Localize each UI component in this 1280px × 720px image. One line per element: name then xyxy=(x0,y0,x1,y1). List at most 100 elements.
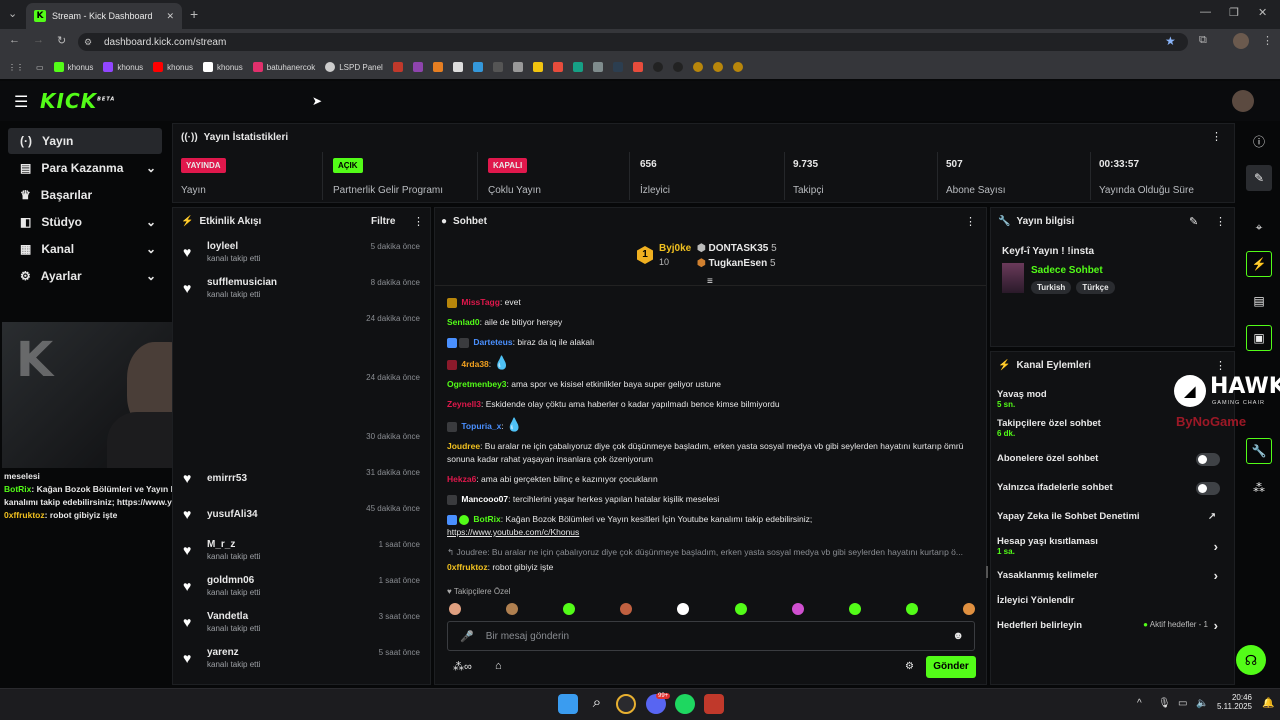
activity-more-icon[interactable]: ⋮ xyxy=(413,215,424,228)
tray-chevron-icon[interactable]: ^ xyxy=(1137,698,1142,709)
wrench-icon[interactable]: 🔧 xyxy=(1246,438,1272,464)
forward-icon[interactable]: → xyxy=(33,34,44,46)
store-icon[interactable]: ⌂ xyxy=(495,660,502,672)
pencil-icon[interactable]: ✎ xyxy=(1246,165,1272,191)
stream-info-more-icon[interactable]: ⋮ xyxy=(1215,215,1226,228)
chat-user[interactable]: Hekza6 xyxy=(447,474,476,484)
clock[interactable]: 20:46 5.11.2025 xyxy=(1214,693,1252,711)
notifications-icon[interactable]: 🔔 xyxy=(1262,698,1274,709)
chat-user[interactable]: Ogretmenbey3 xyxy=(447,379,507,389)
document-icon[interactable]: ▤ xyxy=(1246,288,1272,314)
bookmark-item[interactable]: khonus xyxy=(53,62,93,72)
bookmark-folder-icon[interactable]: ▭ xyxy=(36,63,44,72)
back-icon[interactable]: ← xyxy=(9,34,20,46)
bookmark-item[interactable]: batuhanercok xyxy=(252,62,315,72)
emotes-only-row[interactable]: Yalnızca ifadelerle sohbet xyxy=(990,482,1230,495)
emotes-only-toggle[interactable] xyxy=(1196,482,1220,495)
reload-icon[interactable]: ↻ xyxy=(57,34,66,47)
chat-link-text[interactable]: https://www.youtube.com/c/Khonus xyxy=(447,527,579,537)
category-link[interactable]: Sadece Sohbet xyxy=(1031,265,1103,276)
bookmark-favicon-icon[interactable] xyxy=(572,62,583,72)
microphone-icon[interactable]: 🎤 xyxy=(460,630,474,643)
sidebar-item-studyo[interactable]: ◧ Stüdyo ⌄ xyxy=(8,209,162,235)
chat-user[interactable]: Topuria_x xyxy=(461,421,501,431)
list-item[interactable]: ♥ Vandetla kanalı takip etti 3 saat önce xyxy=(173,604,430,640)
subscribers-only-row[interactable]: Abonelere özel sohbet xyxy=(990,453,1230,466)
chat-user[interactable]: BotRix xyxy=(473,514,500,524)
browser-tab[interactable]: K Stream - Kick Dashboard ✕ xyxy=(26,3,182,29)
bookmark-favicon-icon[interactable] xyxy=(432,62,443,72)
emote-icon[interactable] xyxy=(734,603,747,615)
quick-actions-icon[interactable]: ⚡ xyxy=(1246,251,1272,277)
stats-more-icon[interactable]: ⋮ xyxy=(1211,130,1222,143)
list-item[interactable]: 30 dakika önce xyxy=(173,424,430,460)
site-info-icon[interactable]: ⚙ xyxy=(84,37,92,48)
sidebar-item-yayin[interactable]: (·) Yayın xyxy=(8,128,162,154)
bookmark-favicon-icon[interactable] xyxy=(712,62,723,72)
chat-user[interactable]: 0xffruktoz xyxy=(447,562,488,572)
chat-icon[interactable]: ▣ xyxy=(1246,325,1272,351)
chat-user[interactable]: Senlad0 xyxy=(447,317,480,327)
bookmark-favicon-icon[interactable] xyxy=(532,62,543,72)
user-avatar[interactable] xyxy=(1232,90,1254,112)
chat-user[interactable]: MissTagg xyxy=(461,297,500,307)
bookmark-favicon-icon[interactable] xyxy=(592,62,603,72)
tag-chip[interactable]: Turkish xyxy=(1031,281,1072,294)
banned-words-row[interactable]: Yasaklanmış kelimeler › xyxy=(990,568,1230,583)
chat-more-icon[interactable]: ⋮ xyxy=(965,215,976,228)
chat-settings-icon[interactable]: ⚙ xyxy=(905,661,914,672)
goals-row[interactable]: Hedefleri belirleyin ● Aktif hedefler - 1… xyxy=(990,618,1230,633)
ai-moderation-row[interactable]: Yapay Zeka ile Sohbet Denetimi ↗ xyxy=(990,511,1230,522)
list-item[interactable]: ♥ loyleel kanalı takip etti 5 dakika önce xyxy=(173,234,430,270)
list-item[interactable]: ♥ emirrr53 31 dakika önce xyxy=(173,460,430,496)
category-thumbnail[interactable] xyxy=(1002,263,1024,293)
profile-avatar[interactable] xyxy=(1233,33,1249,49)
chat-user[interactable]: 4rda38 xyxy=(461,359,488,369)
microphone-tray-icon[interactable]: 🎙 xyxy=(1158,698,1171,709)
emote-icon[interactable] xyxy=(563,603,576,615)
list-item[interactable]: 24 dakika önce xyxy=(173,365,430,424)
bookmark-favicon-icon[interactable] xyxy=(492,62,503,72)
emote-icon[interactable] xyxy=(449,603,461,615)
tag-chip[interactable]: Türkçe xyxy=(1076,281,1115,294)
list-item[interactable]: ♥ goldmn06 kanalı takip etti 1 saat önce xyxy=(173,568,430,604)
chat-user[interactable]: Zeynell3 xyxy=(447,399,481,409)
bookmark-favicon-icon[interactable] xyxy=(452,62,463,72)
subscribers-only-toggle[interactable] xyxy=(1196,453,1220,466)
account-age-row[interactable]: Hesap yaşı kısıtlaması 1 sa. › xyxy=(990,536,1230,556)
sidebar-item-basarilar[interactable]: ♛ Başarılar xyxy=(8,182,162,208)
support-headset-icon[interactable]: ☊ xyxy=(1236,645,1266,675)
sidebar-item-para-kazanma[interactable]: ▤ Para Kazanma ⌄ xyxy=(8,155,162,181)
app-icon[interactable] xyxy=(704,694,724,714)
hamburger-menu-icon[interactable]: ☰ xyxy=(14,92,28,112)
emote-icon[interactable] xyxy=(962,603,975,615)
emoji-picker-icon[interactable]: ☻ xyxy=(952,630,974,642)
info-icon[interactable]: ⓘ xyxy=(1246,128,1272,154)
bookmark-favicon-icon[interactable] xyxy=(472,62,483,72)
url-field[interactable]: dashboard.kick.com/stream xyxy=(78,33,1188,51)
tab-close-icon[interactable]: ✕ xyxy=(166,11,174,22)
emote-icon[interactable] xyxy=(791,603,804,615)
chat-input[interactable]: 🎤 Bir mesaj gönderin ☻ xyxy=(447,621,975,651)
emote-icon[interactable] xyxy=(905,603,918,615)
chat-user[interactable]: Mancooo07 xyxy=(461,494,508,504)
bookmark-item[interactable]: khonus xyxy=(153,62,193,72)
bookmark-favicon-icon[interactable] xyxy=(412,62,423,72)
bookmark-favicon-icon[interactable] xyxy=(552,62,563,72)
raid-row[interactable]: İzleyici Yönlendir xyxy=(990,595,1230,606)
list-item[interactable]: 24 dakika önce xyxy=(173,306,430,365)
chat-scrollbar[interactable] xyxy=(986,566,988,578)
close-window-icon[interactable]: ✕ xyxy=(1258,6,1267,19)
emote-icon[interactable] xyxy=(848,603,861,615)
chat-tools-icon[interactable]: ⁂∞ xyxy=(453,660,472,673)
tab-search-icon[interactable]: ⌄ xyxy=(8,7,17,20)
bookmark-star-icon[interactable]: ★ xyxy=(1165,34,1176,48)
bookmark-favicon-icon[interactable] xyxy=(652,62,663,72)
network-icon[interactable]: ▭ xyxy=(1178,698,1187,709)
send-button[interactable]: Gönder xyxy=(926,656,976,678)
chat-user[interactable]: Joudree xyxy=(447,441,480,451)
chrome-icon[interactable] xyxy=(616,694,636,714)
minimize-icon[interactable]: — xyxy=(1200,6,1211,18)
channel-actions-more-icon[interactable]: ⋮ xyxy=(1215,359,1226,372)
emote-icon[interactable] xyxy=(620,603,633,615)
